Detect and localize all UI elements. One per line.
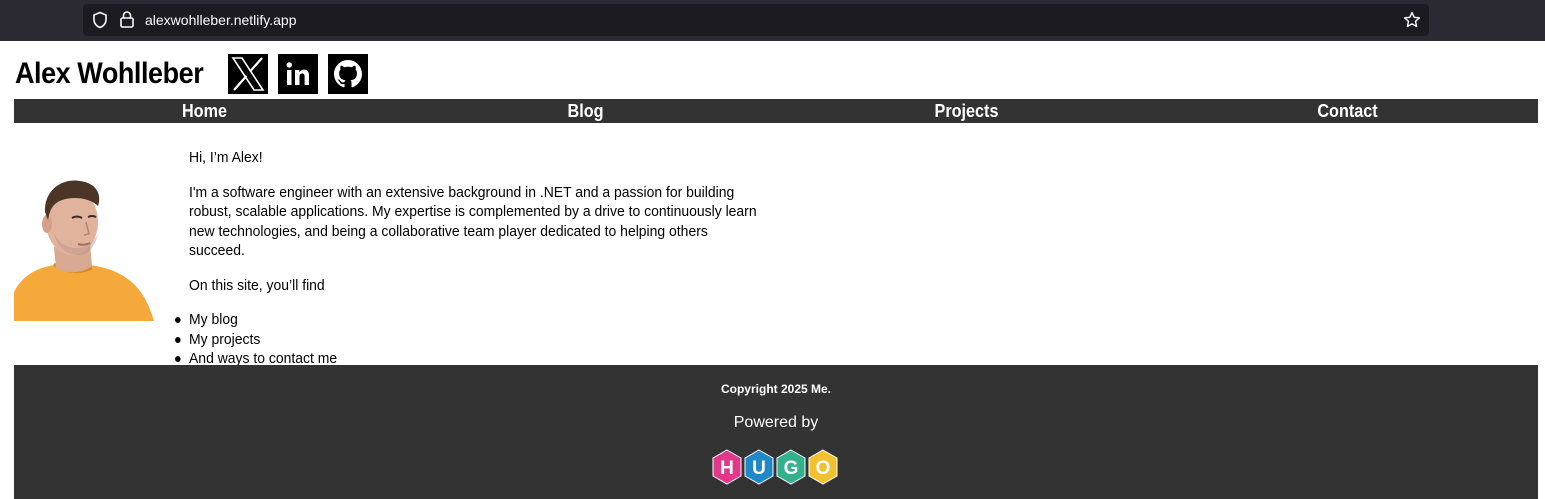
svg-text:O: O bbox=[816, 458, 831, 479]
main-nav: Home Blog Projects Contact bbox=[14, 99, 1538, 123]
list-item: My projects bbox=[175, 330, 766, 350]
hugo-letter-g: G bbox=[776, 449, 806, 485]
main-content: Hi, I’m Alex! I'm a software engineer wi… bbox=[175, 148, 766, 369]
svg-text:H: H bbox=[720, 458, 734, 479]
shield-icon[interactable] bbox=[91, 11, 109, 29]
svg-text:G: G bbox=[784, 458, 799, 479]
linkedin-social-link[interactable] bbox=[278, 54, 318, 94]
greeting: Hi, I’m Alex! bbox=[189, 149, 263, 166]
hugo-letter-u: U bbox=[744, 449, 774, 485]
intro-paragraph: I'm a software engineer with an extensiv… bbox=[189, 183, 757, 260]
footer: Copyright 2025 Me. Powered by H U G O bbox=[14, 365, 1538, 499]
page: Alex Wohlleber Home Blog Projects Contac… bbox=[0, 41, 1545, 499]
find-intro: On this site, you’ll find bbox=[189, 276, 325, 294]
nav-blog[interactable]: Blog bbox=[414, 99, 757, 123]
svg-text:U: U bbox=[752, 458, 766, 479]
copyright-text: Copyright 2025 Me. bbox=[720, 382, 832, 396]
github-icon bbox=[334, 60, 362, 88]
list-item: My blog bbox=[175, 310, 766, 330]
x-logo-icon bbox=[231, 57, 265, 91]
url-text[interactable]: alexwohlleber.netlify.app bbox=[145, 12, 297, 28]
star-bookmark-icon[interactable] bbox=[1403, 11, 1421, 29]
address-bar[interactable]: alexwohlleber.netlify.app bbox=[83, 4, 1429, 36]
powered-by-text: Powered by bbox=[733, 414, 819, 431]
lock-icon[interactable] bbox=[119, 10, 135, 28]
nav-projects[interactable]: Projects bbox=[795, 99, 1138, 123]
site-title[interactable]: Alex Wohlleber bbox=[15, 57, 204, 91]
nav-contact[interactable]: Contact bbox=[1176, 99, 1519, 123]
hugo-logo[interactable]: H U G O bbox=[711, 449, 841, 485]
hugo-letter-h: H bbox=[712, 449, 742, 485]
hugo-letter-o: O bbox=[808, 449, 838, 485]
profile-photo bbox=[14, 172, 154, 321]
nav-home[interactable]: Home bbox=[33, 99, 376, 123]
site-links-list: My blog My projects And ways to contact … bbox=[175, 310, 766, 369]
linkedin-icon bbox=[286, 62, 309, 85]
github-social-link[interactable] bbox=[328, 54, 368, 94]
browser-toolbar: alexwohlleber.netlify.app bbox=[0, 0, 1545, 41]
x-social-link[interactable] bbox=[228, 54, 268, 94]
